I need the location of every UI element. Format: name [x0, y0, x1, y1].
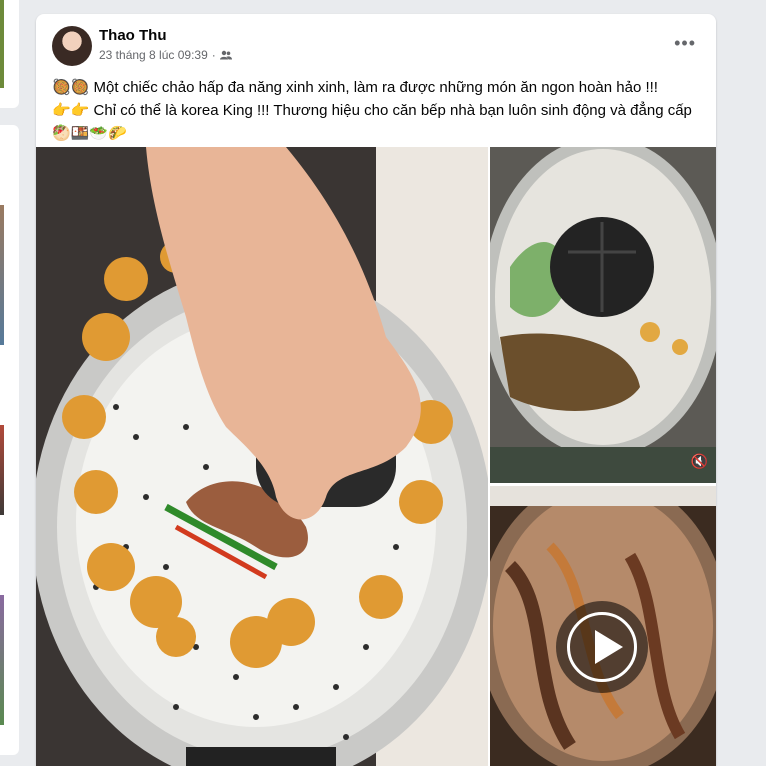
post-text-content: Chỉ có thể là korea King !!! Thương hiệu… [93, 102, 692, 119]
post-audience-separator: · [211, 48, 216, 62]
post-text: 🥘🥘 Một chiếc chảo hấp đa năng xinh xinh,… [52, 76, 702, 145]
post-emoji: 🥘🥘 [52, 78, 90, 96]
play-icon[interactable] [556, 601, 648, 693]
sidebar-thumbnail-image [0, 0, 4, 88]
post-text-line: 👉👉 Chỉ có thể là korea King !!! Thương h… [52, 99, 702, 122]
avatar[interactable] [52, 26, 92, 66]
sidebar-image [0, 425, 4, 515]
post-author[interactable]: Thao Thu [99, 27, 167, 44]
sidebar-image [0, 595, 4, 725]
post-emoji: 👉👉 [52, 101, 90, 119]
post-text-content: Một chiếc chảo hấp đa năng xinh xinh, là… [93, 79, 658, 96]
post-media-grid: 🔇 [36, 147, 716, 766]
steamer-video[interactable] [490, 486, 716, 766]
sidebar-image [0, 205, 4, 345]
post-timestamp[interactable]: 23 tháng 8 lúc 09:39 [99, 48, 208, 62]
steamer-pot-photo[interactable] [36, 147, 488, 766]
left-sidebar-panel [0, 125, 19, 755]
more-options-button[interactable]: ••• [674, 34, 696, 52]
post-meta: 23 tháng 8 lúc 09:39 · [99, 48, 232, 62]
feed-post: Thao Thu 23 tháng 8 lúc 09:39 · ••• 🥘🥘 M… [36, 14, 716, 766]
friends-icon [219, 50, 232, 60]
post-text-line: 🥘🥘 Một chiếc chảo hấp đa năng xinh xinh,… [52, 76, 702, 99]
mute-icon[interactable]: 🔇 [691, 454, 708, 470]
steamer-lid-image [490, 147, 716, 483]
steamer-lid-photo[interactable]: 🔇 [490, 147, 716, 483]
post-text-line: 🥙🍱🥗🌮 [52, 122, 702, 145]
steamer-pot-image [36, 147, 488, 766]
left-sidebar-thumbnail[interactable] [0, 0, 19, 108]
post-emoji: 🥙🍱🥗🌮 [52, 124, 127, 142]
